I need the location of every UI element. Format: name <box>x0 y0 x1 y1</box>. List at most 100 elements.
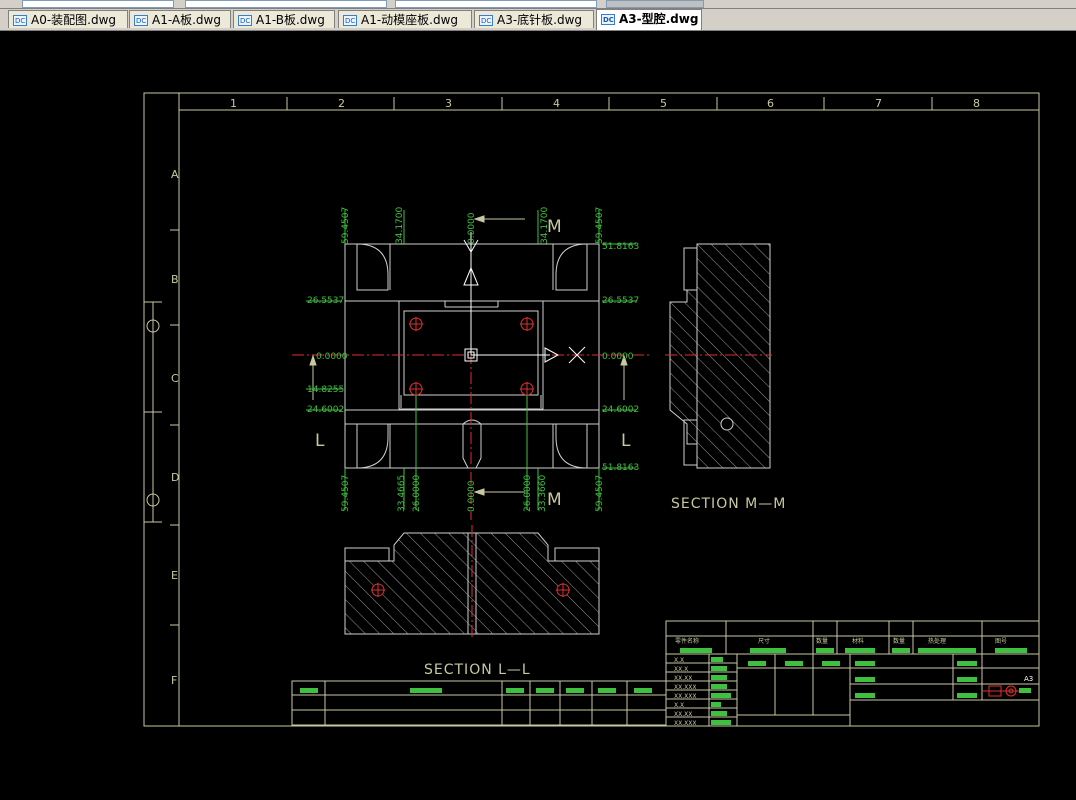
dim-value: 0.0000 <box>467 212 477 244</box>
projection-symbol-icon <box>983 685 1019 697</box>
label-m-bottom: M <box>547 490 562 510</box>
lineweight-combo[interactable] <box>606 0 704 8</box>
section-mm-view[interactable] <box>669 243 771 469</box>
tab-label: A1-A板.dwg <box>152 13 221 27</box>
title-block <box>665 620 1040 727</box>
tab-label: A0-装配图.dwg <box>31 13 117 27</box>
row-letter: D <box>171 471 179 484</box>
section-labels: M M L L <box>315 217 631 510</box>
col-number: 5 <box>660 97 667 110</box>
dim-value: 59.4507 <box>595 475 605 512</box>
tab-a3-ejector-plate[interactable]: DC A3-底针板.dwg <box>474 10 594 28</box>
dwg-file-icon: DC <box>479 15 493 26</box>
tolerance-row: XX.XX <box>674 675 692 682</box>
tab-label: A3-型腔.dwg <box>619 12 699 26</box>
dim-value: 59.4507 <box>341 475 351 512</box>
dim-value: 33.4665 <box>397 475 407 512</box>
dwg-file-icon: DC <box>13 15 27 26</box>
dwg-file-icon: DC <box>238 15 252 26</box>
style-combo[interactable] <box>185 0 387 8</box>
dim-value: 26.0000 <box>523 475 533 512</box>
sheet-size: A3 <box>1024 675 1033 683</box>
layer-combo[interactable] <box>22 0 174 8</box>
dim-value: 51.8163 <box>602 463 639 473</box>
row-letter: E <box>171 569 178 582</box>
dim-value: 24.6002 <box>602 405 639 415</box>
drawing-canvas[interactable]: 1 2 3 4 5 6 7 8 A B C D E F M M L L 59.4… <box>0 31 1076 796</box>
dim-value: 0.0000 <box>602 352 634 362</box>
tb-heat-treat: 热处理 <box>928 637 946 645</box>
ucs-axis <box>463 232 586 364</box>
col-number: 8 <box>973 97 980 110</box>
tolerance-row: XX.X <box>674 666 688 673</box>
tab-label: A1-B板.dwg <box>256 13 325 27</box>
tb-qty: 数量 <box>816 637 828 645</box>
dim-value: 26.5537 <box>307 296 344 306</box>
tab-a0-assembly[interactable]: DC A0-装配图.dwg <box>8 10 128 28</box>
dim-value: 0.0000 <box>467 480 477 512</box>
svg-text:DC: DC <box>481 17 491 25</box>
row-letter: B <box>171 273 179 286</box>
tab-label: A3-底针板.dwg <box>497 13 583 27</box>
linetype-combo[interactable] <box>395 0 597 8</box>
col-number: 7 <box>875 97 882 110</box>
toolbar-strip <box>0 0 1076 9</box>
svg-text:DC: DC <box>136 17 146 25</box>
title-block-labels: 零件名称 尺寸 数量 材料 数量 热处理 图号 <box>675 637 1007 645</box>
cad-drawing: 1 2 3 4 5 6 7 8 A B C D E F M M L L 59.4… <box>143 92 1040 727</box>
dim-value: 34.1700 <box>540 207 550 244</box>
tab-a1-b-plate[interactable]: DC A1-B板.dwg <box>233 10 335 28</box>
dim-value: 24.6002 <box>307 405 344 415</box>
tolerance-row: XX.XX <box>674 711 692 718</box>
dim-value: 26.0000 <box>412 475 422 512</box>
row-letters: A B C D E F <box>171 168 179 687</box>
tolerance-row: X.X <box>674 657 684 664</box>
tb-drawing-no: 图号 <box>995 638 1007 645</box>
dim-value: 0.0000 <box>316 352 348 362</box>
dwg-file-icon: DC <box>134 15 148 26</box>
tb-size: 尺寸 <box>758 637 770 645</box>
svg-text:DC: DC <box>603 16 614 24</box>
svg-text:DC: DC <box>240 17 250 25</box>
dim-value: 59.4507 <box>595 207 605 244</box>
column-numbers: 1 2 3 4 5 6 7 8 <box>230 97 980 110</box>
dim-value: 33.3660 <box>538 475 548 512</box>
svg-text:DC: DC <box>15 17 25 25</box>
col-number: 4 <box>553 97 560 110</box>
tab-a1-a-plate[interactable]: DC A1-A板.dwg <box>129 10 231 28</box>
dimension-text-top: 59.4507 34.1700 0.0000 34.1700 59.4507 <box>341 207 605 244</box>
dim-value: 14.8255 <box>307 385 344 395</box>
dwg-file-icon: DC <box>601 14 615 25</box>
tb-qty-2: 数量 <box>893 637 905 645</box>
col-number: 6 <box>767 97 774 110</box>
tolerance-row: XX.XXX <box>674 684 696 691</box>
tab-a3-cavity[interactable]: DC A3-型腔.dwg <box>596 9 702 30</box>
tolerance-row: XX.XXX <box>674 720 696 727</box>
plan-view[interactable] <box>344 243 600 469</box>
col-number: 1 <box>230 97 237 110</box>
tolerance-row: X.X <box>674 702 684 709</box>
label-l-right: L <box>621 431 631 451</box>
row-letter: C <box>171 372 179 385</box>
section-mm-caption: SECTION M—M <box>671 496 786 512</box>
svg-text:DC: DC <box>345 17 355 25</box>
dimension-text-bottom: 59.4507 33.4665 26.0000 0.0000 26.0000 3… <box>341 475 605 512</box>
row-letter: F <box>171 674 177 687</box>
dim-value: 51.8163 <box>602 242 639 252</box>
col-number: 3 <box>445 97 452 110</box>
revision-block <box>291 680 667 726</box>
dim-value: 26.5537 <box>602 296 639 306</box>
row-letter: A <box>171 168 179 181</box>
dim-value: 34.1700 <box>395 207 405 244</box>
tab-a1-moving-clamp-plate[interactable]: DC A1-动模座板.dwg <box>338 10 472 28</box>
col-number: 2 <box>338 97 345 110</box>
label-l-left: L <box>315 431 325 451</box>
dwg-file-icon: DC <box>343 15 357 26</box>
tab-label: A1-动模座板.dwg <box>361 13 459 27</box>
tb-part-name: 零件名称 <box>675 637 699 645</box>
document-tab-bar: DC A0-装配图.dwg DC A1-A板.dwg DC A1-B板.dwg … <box>0 9 1076 31</box>
dim-value: 59.4507 <box>341 207 351 244</box>
section-ll-caption: SECTION L—L <box>424 662 531 678</box>
title-block-fills <box>680 648 1031 725</box>
tolerance-row: XX.XXX <box>674 693 696 700</box>
